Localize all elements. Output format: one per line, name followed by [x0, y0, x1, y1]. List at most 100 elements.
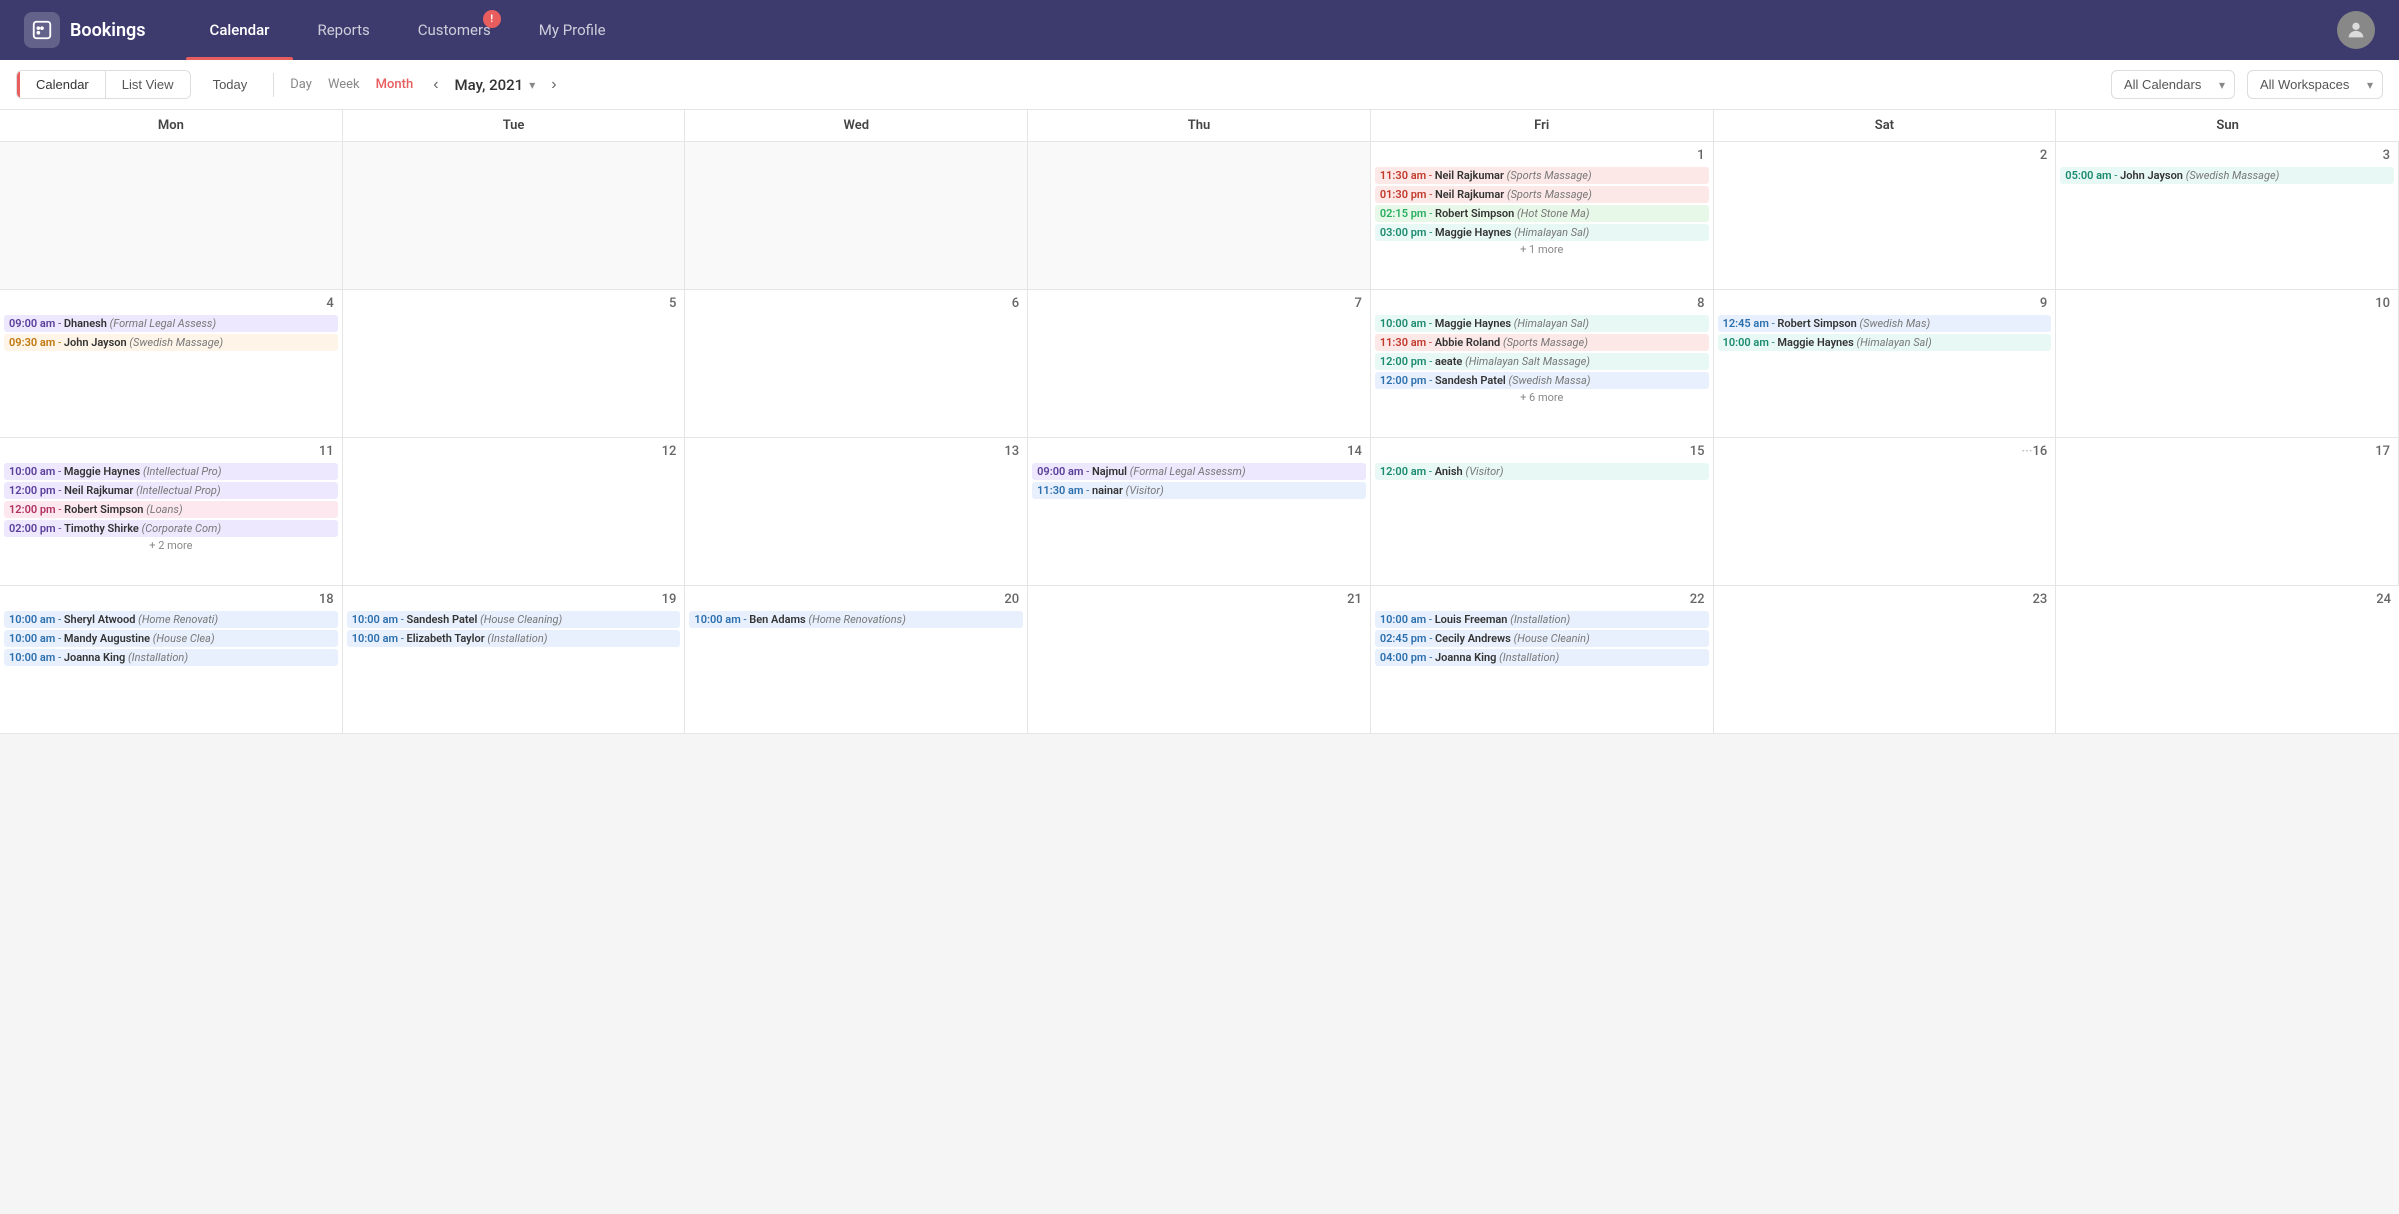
cal-event-item[interactable]: 01:30 pm - Neil Rajkumar (Sports Massage… — [1375, 186, 1709, 203]
cal-cell-w3-d2[interactable]: 2010:00 am - Ben Adams (Home Renovations… — [685, 586, 1028, 734]
cal-cell-w1-d2[interactable]: 6 — [685, 290, 1028, 438]
cal-cell-w2-d2[interactable]: 13 — [685, 438, 1028, 586]
cal-event-item[interactable]: 12:00 pm - Sandesh Patel (Swedish Massa) — [1375, 372, 1709, 389]
cal-cell-w3-d6[interactable]: 24 — [2056, 586, 2399, 734]
cal-cell-w2-d4[interactable]: 1512:00 am - Anish (Visitor) — [1371, 438, 1714, 586]
cal-event-item[interactable]: 04:00 pm - Joanna King (Installation) — [1375, 649, 1709, 666]
cal-event-item[interactable]: 10:00 am - Maggie Haynes (Intellectual P… — [4, 463, 338, 480]
event-service: (Formal Legal Assess) — [110, 317, 216, 330]
tab-list-view[interactable]: List View — [106, 71, 190, 98]
cal-date-number: 12 — [347, 442, 681, 463]
cal-event-item[interactable]: 10:00 am - Maggie Haynes (Himalayan Sal) — [1375, 315, 1709, 332]
cal-cell-w0-d3[interactable] — [1028, 142, 1371, 290]
event-service: (Formal Legal Assessm) — [1130, 465, 1246, 478]
cal-cell-w2-d6[interactable]: 17 — [2056, 438, 2399, 586]
cal-event-item[interactable]: 02:45 pm - Cecily Andrews (House Cleanin… — [1375, 630, 1709, 647]
cal-event-item[interactable]: 02:00 pm - Timothy Shirke (Corporate Com… — [4, 520, 338, 537]
cal-cell-w1-d3[interactable]: 7 — [1028, 290, 1371, 438]
workspaces-dropdown[interactable]: All Workspaces — [2247, 70, 2383, 99]
cal-event-item[interactable]: 11:30 am - nainar (Visitor) — [1032, 482, 1366, 499]
cal-more-link[interactable]: + 1 more — [1375, 241, 1709, 258]
cal-more-link[interactable]: + 2 more — [4, 537, 338, 554]
cal-cell-w0-d1[interactable] — [343, 142, 686, 290]
cal-cell-w3-d4[interactable]: 2210:00 am - Louis Freeman (Installation… — [1371, 586, 1714, 734]
cal-events-list: 11:30 am - Neil Rajkumar (Sports Massage… — [1375, 167, 1709, 241]
event-client: Timothy Shirke — [64, 522, 139, 535]
event-service: (Sports Massage) — [1503, 336, 1588, 349]
today-button[interactable]: Today — [203, 71, 258, 98]
event-time: 10:00 am — [1380, 317, 1426, 330]
cal-cell-w2-d1[interactable]: 12 — [343, 438, 686, 586]
cal-cell-w3-d0[interactable]: 1810:00 am - Sheryl Atwood (Home Renovat… — [0, 586, 343, 734]
cal-event-item[interactable]: 09:30 am - John Jayson (Swedish Massage) — [4, 334, 338, 351]
period-dropdown-icon[interactable]: ▾ — [529, 78, 535, 92]
period-month[interactable]: Month — [376, 73, 414, 96]
calendar-toolbar: Calendar List View Today Day Week Month … — [0, 60, 2399, 110]
user-avatar[interactable] — [2337, 11, 2375, 49]
event-service: (Installation) — [128, 651, 188, 664]
event-service: (Installation) — [1510, 613, 1570, 626]
cal-cell-w0-d5[interactable]: 2 — [1714, 142, 2057, 290]
cal-event-item[interactable]: 10:00 am - Ben Adams (Home Renovations) — [689, 611, 1023, 628]
event-time: 10:00 am — [352, 613, 398, 626]
cal-event-item[interactable]: 09:00 am - Dhanesh (Formal Legal Assess) — [4, 315, 338, 332]
cal-more-link[interactable]: + 6 more — [1375, 389, 1709, 406]
cal-event-item[interactable]: 10:00 am - Sheryl Atwood (Home Renovati) — [4, 611, 338, 628]
cal-event-item[interactable]: 10:00 am - Louis Freeman (Installation) — [1375, 611, 1709, 628]
cal-cell-w1-d1[interactable]: 5 — [343, 290, 686, 438]
period-week[interactable]: Week — [328, 73, 360, 96]
cal-cell-w3-d3[interactable]: 21 — [1028, 586, 1371, 734]
cal-cell-w0-d6[interactable]: 305:00 am - John Jayson (Swedish Massage… — [2056, 142, 2399, 290]
event-time: 10:00 am — [9, 465, 55, 478]
cal-event-item[interactable]: 12:00 am - Anish (Visitor) — [1375, 463, 1709, 480]
cal-cell-w0-d2[interactable] — [685, 142, 1028, 290]
calendars-dropdown[interactable]: All Calendars — [2111, 70, 2235, 99]
cal-event-item[interactable]: 11:30 am - Neil Rajkumar (Sports Massage… — [1375, 167, 1709, 184]
nav-customers[interactable]: Customers ! — [394, 0, 515, 60]
cal-event-item[interactable]: 12:45 am - Robert Simpson (Swedish Mas) — [1718, 315, 2052, 332]
event-client: Dhanesh — [64, 317, 107, 330]
tab-calendar[interactable]: Calendar — [17, 71, 106, 98]
cal-event-item[interactable]: 10:00 am - Sandesh Patel (House Cleaning… — [347, 611, 681, 628]
cal-event-item[interactable]: 12:00 pm - aeate (Himalayan Salt Massage… — [1375, 353, 1709, 370]
cal-event-item[interactable]: 10:00 am - Maggie Haynes (Himalayan Sal) — [1718, 334, 2052, 351]
event-time: 02:00 pm — [9, 522, 56, 535]
cal-cell-w1-d6[interactable]: 10 — [2056, 290, 2399, 438]
cal-cell-w0-d4[interactable]: 111:30 am - Neil Rajkumar (Sports Massag… — [1371, 142, 1714, 290]
cal-event-item[interactable]: 10:00 am - Mandy Augustine (House Clea) — [4, 630, 338, 647]
prev-period-button[interactable]: ‹ — [425, 72, 446, 98]
cal-cell-w3-d5[interactable]: 23 — [1714, 586, 2057, 734]
cal-event-item[interactable]: 05:00 am - John Jayson (Swedish Massage) — [2060, 167, 2394, 184]
cal-event-item[interactable]: 09:00 am - Najmul (Formal Legal Assessm) — [1032, 463, 1366, 480]
nav-reports[interactable]: Reports — [293, 0, 393, 60]
cal-event-item[interactable]: 10:00 am - Joanna King (Installation) — [4, 649, 338, 666]
event-time: 11:30 am — [1380, 336, 1426, 349]
nav-my-profile[interactable]: My Profile — [515, 0, 630, 60]
separator-1 — [273, 73, 274, 97]
event-client: Ben Adams — [749, 613, 805, 626]
cal-date-number: 19 — [347, 590, 681, 611]
event-client: John Jayson — [64, 336, 127, 349]
cal-cell-w2-d0[interactable]: 1110:00 am - Maggie Haynes (Intellectual… — [0, 438, 343, 586]
cal-cell-w1-d5[interactable]: 912:45 am - Robert Simpson (Swedish Mas)… — [1714, 290, 2057, 438]
cal-event-item[interactable]: 10:00 am - Elizabeth Taylor (Installatio… — [347, 630, 681, 647]
cal-event-item[interactable]: 02:15 pm - Robert Simpson (Hot Stone Ma) — [1375, 205, 1709, 222]
cal-event-item[interactable]: 12:00 pm - Neil Rajkumar (Intellectual P… — [4, 482, 338, 499]
cal-cell-w0-d0[interactable] — [0, 142, 343, 290]
cal-cell-w3-d1[interactable]: 1910:00 am - Sandesh Patel (House Cleani… — [343, 586, 686, 734]
period-day[interactable]: Day — [290, 73, 312, 96]
cal-event-item[interactable]: 11:30 am - Abbie Roland (Sports Massage) — [1375, 334, 1709, 351]
cal-event-item[interactable]: 12:00 pm - Robert Simpson (Loans) — [4, 501, 338, 518]
event-time: 11:30 am — [1380, 169, 1426, 182]
event-service: (Home Renovati) — [138, 613, 218, 626]
cal-cell-w2-d3[interactable]: 1409:00 am - Najmul (Formal Legal Assess… — [1028, 438, 1371, 586]
cal-cell-w1-d4[interactable]: 810:00 am - Maggie Haynes (Himalayan Sal… — [1371, 290, 1714, 438]
cal-cell-w1-d0[interactable]: 409:00 am - Dhanesh (Formal Legal Assess… — [0, 290, 343, 438]
cal-date-number: 10 — [2060, 294, 2394, 315]
calendar-body: 111:30 am - Neil Rajkumar (Sports Massag… — [0, 142, 2399, 734]
cal-cell-w2-d5[interactable]: ···16 — [1714, 438, 2057, 586]
next-period-button[interactable]: › — [543, 72, 564, 98]
cal-event-item[interactable]: 03:00 pm - Maggie Haynes (Himalayan Sal) — [1375, 224, 1709, 241]
nav-calendar[interactable]: Calendar — [186, 0, 294, 60]
logo-icon — [24, 12, 60, 48]
